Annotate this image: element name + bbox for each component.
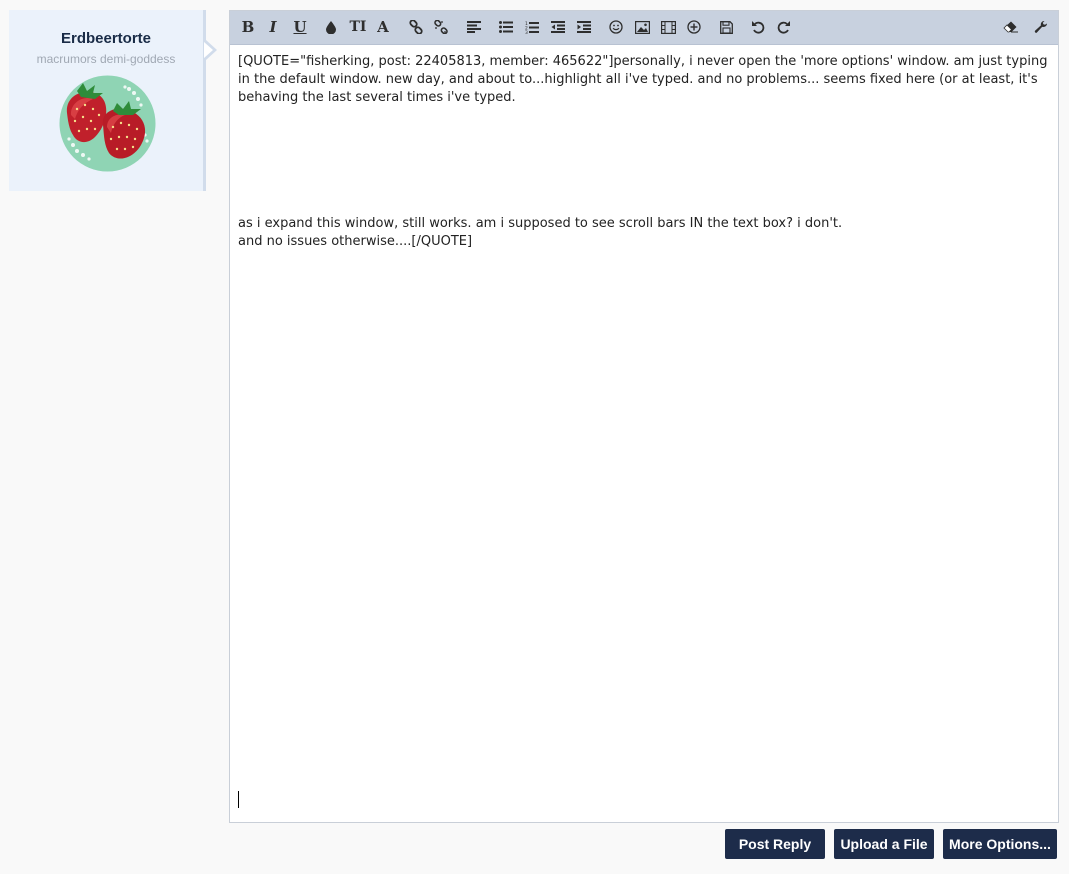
user-card: Erdbeertorte macrumors demi-goddess bbox=[9, 10, 217, 191]
empty-lines bbox=[238, 107, 1050, 215]
message-paragraph: as i expand this window, still works. am… bbox=[238, 216, 843, 231]
font-family-icon: A bbox=[377, 18, 389, 36]
message-paragraph: [QUOTE="fisherking, post: 22405813, memb… bbox=[238, 54, 1052, 105]
save-draft-button[interactable] bbox=[716, 17, 736, 37]
upload-file-button[interactable]: Upload a File bbox=[834, 829, 934, 859]
message-paragraph: and no issues otherwise....[/QUOTE] bbox=[238, 234, 473, 249]
media-icon bbox=[660, 20, 676, 34]
remove-format-icon bbox=[1002, 21, 1018, 33]
align-icon bbox=[467, 21, 481, 33]
image-icon bbox=[634, 20, 650, 34]
align-button[interactable] bbox=[464, 17, 484, 37]
save-draft-icon bbox=[719, 20, 733, 34]
text-caret bbox=[238, 791, 239, 808]
underline-icon: U bbox=[293, 18, 307, 36]
link-icon bbox=[409, 20, 423, 34]
outdent-icon bbox=[551, 21, 565, 33]
bold-button[interactable]: B bbox=[238, 17, 258, 37]
undo-button[interactable] bbox=[748, 17, 768, 37]
bullet-list-icon bbox=[499, 21, 513, 33]
image-button[interactable] bbox=[632, 17, 652, 37]
settings-button[interactable] bbox=[1031, 17, 1051, 37]
numbered-list-icon: 1 2 3 bbox=[525, 21, 539, 34]
font-family-button[interactable]: A bbox=[373, 17, 393, 37]
text-color-button[interactable] bbox=[321, 17, 341, 37]
text-color-icon bbox=[326, 21, 336, 34]
message-editor: B I U TI A 1 2 3 [QUOTE="fisherking, pos… bbox=[229, 10, 1059, 823]
bold-icon: B bbox=[241, 18, 255, 36]
strawberry-avatar-image bbox=[59, 75, 156, 172]
undo-icon bbox=[752, 21, 765, 34]
indent-icon bbox=[577, 21, 591, 33]
editor-toolbar: B I U TI A 1 2 3 bbox=[230, 11, 1058, 45]
italic-button[interactable]: I bbox=[263, 17, 283, 37]
redo-button[interactable] bbox=[774, 17, 794, 37]
smilie-icon bbox=[609, 20, 623, 34]
message-textarea[interactable]: [QUOTE="fisherking, post: 22405813, memb… bbox=[230, 45, 1058, 822]
unlink-button[interactable] bbox=[431, 17, 451, 37]
numbered-list-button[interactable]: 1 2 3 bbox=[522, 17, 542, 37]
insert-icon bbox=[687, 20, 701, 34]
user-title: macrumors demi-goddess bbox=[36, 52, 176, 66]
remove-format-button[interactable] bbox=[1000, 17, 1020, 37]
bullet-list-button[interactable] bbox=[496, 17, 516, 37]
username[interactable]: Erdbeertorte bbox=[9, 30, 203, 47]
unlink-icon bbox=[434, 20, 448, 34]
svg-text:3: 3 bbox=[525, 30, 528, 34]
indent-button[interactable] bbox=[574, 17, 594, 37]
insert-button[interactable] bbox=[684, 17, 704, 37]
italic-icon: I bbox=[269, 18, 277, 36]
post-reply-button[interactable]: Post Reply bbox=[725, 829, 825, 859]
underline-button[interactable]: U bbox=[290, 17, 310, 37]
more-options-button[interactable]: More Options... bbox=[943, 829, 1057, 859]
link-button[interactable] bbox=[406, 17, 426, 37]
card-pointer-inner bbox=[204, 42, 213, 58]
avatar[interactable] bbox=[59, 75, 156, 172]
smilie-button[interactable] bbox=[606, 17, 626, 37]
font-size-icon: TI bbox=[349, 19, 367, 35]
redo-icon bbox=[777, 21, 790, 34]
font-size-button[interactable]: TI bbox=[347, 17, 369, 37]
post-reply-page: Erdbeertorte macrumors demi-goddess B I … bbox=[0, 0, 1069, 874]
media-button[interactable] bbox=[658, 17, 678, 37]
outdent-button[interactable] bbox=[548, 17, 568, 37]
settings-wrench-icon bbox=[1034, 20, 1047, 33]
